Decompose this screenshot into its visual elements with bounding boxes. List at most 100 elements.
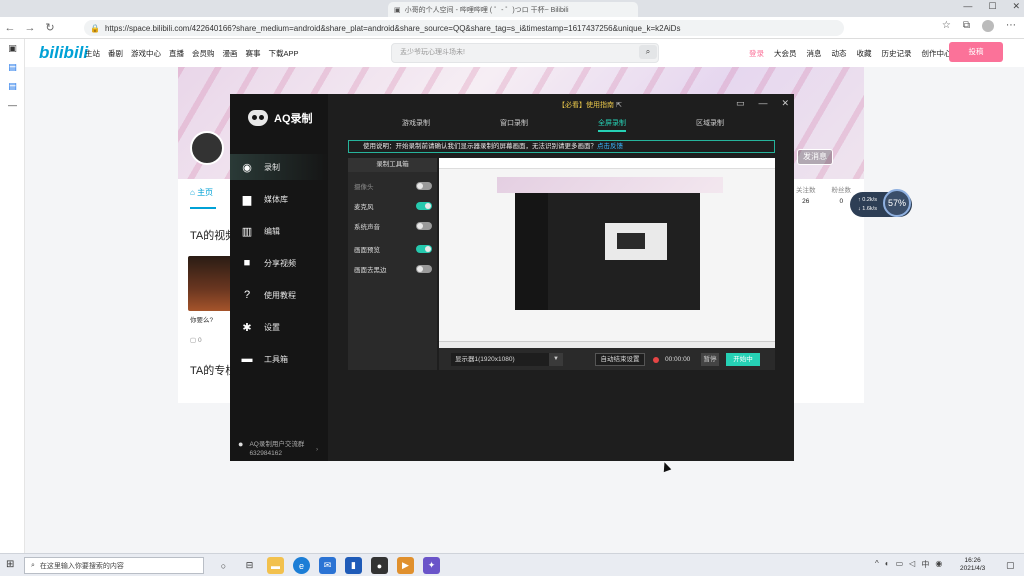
more-icon[interactable]: ⋯ [1006,20,1016,35]
stat-following[interactable]: 关注数 26 [796,184,816,205]
taskbar-search[interactable]: ⌕ 在这里输入你要搜索的内容 [24,557,204,574]
creator-link[interactable]: 创作中心 [922,48,952,59]
microphone-toggle[interactable] [416,202,432,210]
active-tab-underline [598,130,626,132]
help-icon: ? [243,289,251,301]
video-thumbnail[interactable] [188,256,232,311]
tab-window-record[interactable]: 窗口录制 [500,118,528,128]
tray-chevron-icon[interactable]: ^ [875,559,879,570]
nav-download[interactable]: 下载APP [269,48,299,59]
calendar-icon[interactable]: ▤ [0,58,25,77]
stat-followers[interactable]: 粉丝数 0 [832,184,852,205]
aq-recorder-icon[interactable]: ● [371,557,388,574]
close-button[interactable]: ✕ [1012,1,1020,12]
display-select[interactable]: 显示器1(1920x1080) ▼ [451,353,563,366]
system-sound-toggle[interactable] [416,222,432,230]
sidebar-item-library[interactable]: ▆ 媒体库 [230,186,328,212]
tab-home[interactable]: ⌂ 主页 [190,187,213,198]
edge-sidebar: ▣ ▤ ▤ — [0,39,25,553]
auto-stop-button[interactable]: 自动结束设置 [595,353,645,366]
tray-app2-icon[interactable]: ◉ [935,559,942,570]
tabs-icon[interactable]: ▣ [0,39,25,58]
taskbar-clock[interactable]: 16:26 2021/4/3 [960,557,985,573]
tab-fullscreen-record[interactable]: 全屏录制 [598,118,626,128]
history-link[interactable]: 历史记录 [882,48,912,59]
stat-label: 关注数 [796,187,816,194]
app-icon[interactable]: ✦ [423,557,440,574]
sidebar-item-share[interactable]: ■ 分享视频 [230,250,328,276]
sidebar-item-edit[interactable]: ▥ 编辑 [230,218,328,244]
sidebar-item-tutorial[interactable]: ? 使用教程 [230,282,328,308]
messages-link[interactable]: 消息 [807,48,822,59]
bell-icon: ● [238,439,244,449]
dynamic-link[interactable]: 动态 [832,48,847,59]
sidebar-item-label: 工具箱 [264,354,288,364]
minus-icon[interactable]: — [0,96,25,115]
reload-icon[interactable]: ↻ [40,21,60,34]
store-icon[interactable]: ▮ [345,557,362,574]
notification-icon[interactable]: ▢ [1006,560,1015,571]
nav-shop[interactable]: 会员购 [192,48,215,59]
widgets-icon[interactable]: ⊟ [241,557,258,574]
pause-button[interactable]: 暂停 [701,353,719,366]
aq-minimize-button[interactable]: — [759,98,768,109]
sidebar-item-label: 媒体库 [264,194,288,204]
favorites-link[interactable]: 收藏 [857,48,872,59]
address-bar[interactable]: 🔒 https://space.bilibili.com/422640166?s… [84,20,844,36]
maximize-button[interactable]: ☐ [988,1,996,12]
search-icon[interactable]: ⌕ [639,45,657,59]
aq-close-button[interactable]: ✕ [782,98,790,109]
forward-icon[interactable]: → [20,22,40,34]
ime-icon[interactable]: 中 [921,559,929,570]
avatar[interactable] [190,131,224,165]
mail-icon[interactable]: ✉ [319,557,336,574]
nav-live[interactable]: 直播 [169,48,184,59]
nav-esports[interactable]: 赛事 [246,48,261,59]
search-input[interactable]: 孟少爷玩心理斗场未! [391,43,659,63]
message-button[interactable]: 发消息 [797,149,833,165]
video-meta: ▢ 0 [190,337,202,344]
sidebar-item-record[interactable]: ◉ 录制 [230,154,328,180]
nav-game[interactable]: 游戏中心 [131,48,161,59]
tool-microphone: 麦克风 [354,200,432,212]
nav-anime[interactable]: 番剧 [108,48,123,59]
minimize-button[interactable]: — [963,1,972,12]
bili-logo[interactable]: bilibili [39,43,88,63]
guide-link[interactable]: 【必看】使用指南 ⇱ [558,100,622,110]
windows-start-icon[interactable]: ⊞ [6,559,14,570]
star-icon[interactable]: ☆ [942,20,951,35]
upload-button[interactable]: 投稿 [949,42,1003,62]
network-icon[interactable]: ▭ [896,559,904,570]
sidebar-item-toolbox[interactable]: ▬ 工具箱 [230,346,328,372]
record-controls: 显示器1(1920x1080) ▼ 自动结束设置 00:00:00 暂停 开始中 [439,348,775,370]
tab-game-record[interactable]: 游戏录制 [402,118,430,128]
start-button[interactable]: 开始中 [726,353,760,366]
camera-icon: ■ [243,257,251,269]
tray-app-icon[interactable]: ◐ [885,559,890,570]
sidebar-item-settings[interactable]: ✱ 设置 [230,314,328,340]
camera-toggle[interactable] [416,182,432,190]
browser-tab[interactable]: ▣ 小哥的个人空间 - 哔哩哔哩 ( ゜- ゜)つロ 干杯~ Bilibili [388,2,638,17]
tab-region-record[interactable]: 区域录制 [696,118,724,128]
tool-label: 摄像头 [354,184,374,191]
crop-black-toggle[interactable] [416,265,432,273]
preview-taskbar [439,341,775,348]
task-view-icon[interactable]: ○ [215,557,232,574]
file-explorer-icon[interactable]: ▬ [267,557,284,574]
preview-toggle[interactable] [416,245,432,253]
calendar2-icon[interactable]: ▤ [0,77,25,96]
aq-pip-icon[interactable]: ▭ [736,98,745,109]
login-link[interactable]: 登录 [749,48,764,59]
video-title[interactable]: 你要么? [190,314,213,324]
vip-link[interactable]: 大会员 [774,48,797,59]
edge-browser-icon[interactable]: e [293,557,310,574]
collections-icon[interactable]: ⧉ [963,20,970,35]
aq-community[interactable]: ● AQ录制用户交流群 632984162 › [238,439,318,458]
nav-manga[interactable]: 漫画 [223,48,238,59]
player-icon[interactable]: ▶ [397,557,414,574]
profile-avatar[interactable] [982,20,994,35]
feedback-link[interactable]: 点击反馈 [597,143,623,150]
back-icon[interactable]: ← [0,22,20,34]
nav-main[interactable]: 主站 [85,48,100,59]
volume-icon[interactable]: ◁ [909,559,915,570]
